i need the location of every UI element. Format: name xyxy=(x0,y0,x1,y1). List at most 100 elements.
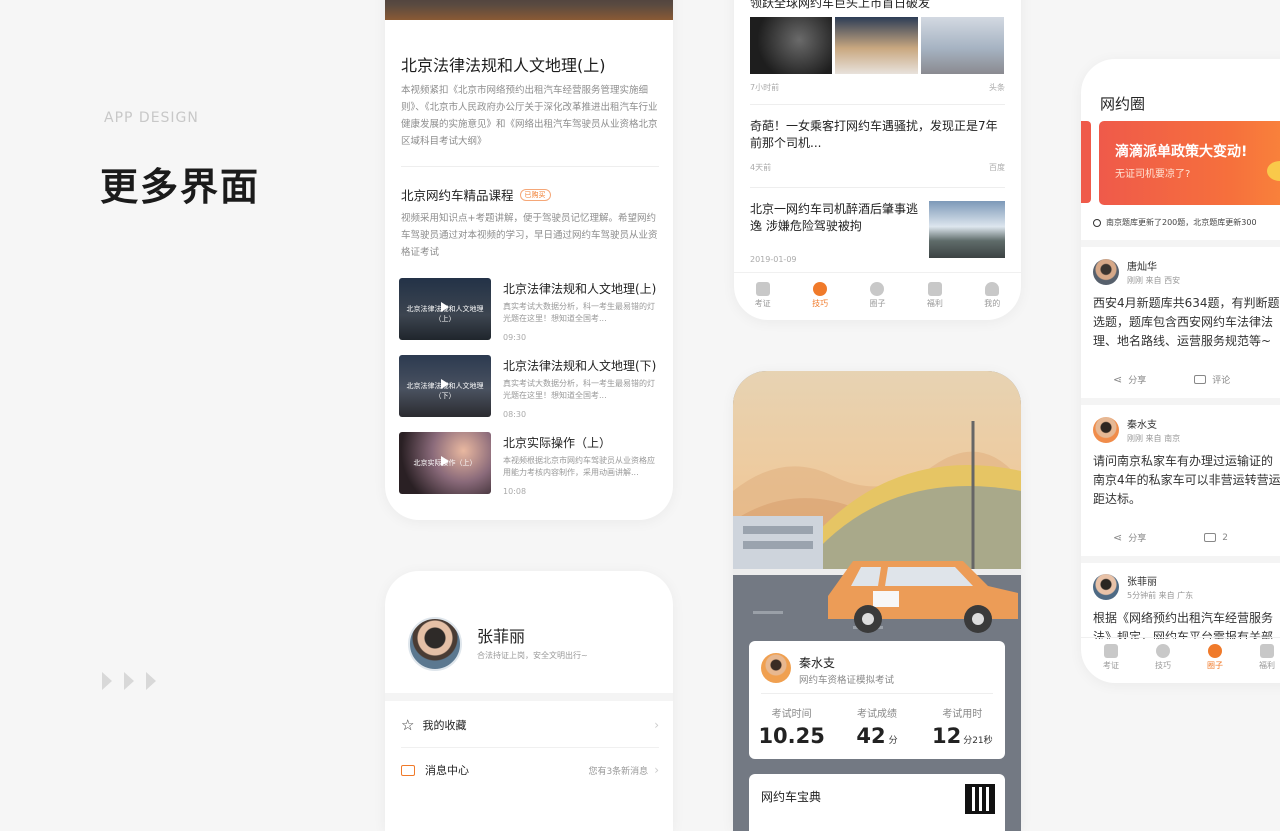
news-item[interactable]: 奇葩！一女乘客打网约车遇骚扰，发现正是7年前那个司机... 4天前 百度 xyxy=(750,118,1005,173)
post-author: 唐灿华 xyxy=(1127,262,1157,273)
avatar[interactable] xyxy=(408,617,462,671)
course-item-duration: 10:08 xyxy=(503,487,527,496)
tab-welfare[interactable]: 福利 xyxy=(1247,644,1280,671)
arrow-right-icon xyxy=(146,672,156,690)
comment-button[interactable]: 2 xyxy=(1204,531,1228,544)
video-banner[interactable] xyxy=(385,0,673,20)
promo-panel[interactable]: 网约车宝典 xyxy=(749,774,1005,831)
news-image-row[interactable] xyxy=(750,17,1004,74)
coin-icon xyxy=(1267,161,1280,181)
avatar[interactable] xyxy=(761,653,791,683)
post-text: 根据《网络预约出租汽车经营服务 法》规定，网约车平台需报有关部 xyxy=(1093,611,1274,639)
divider xyxy=(1081,240,1280,247)
tab-exam[interactable]: 考证 xyxy=(743,282,783,309)
course-item[interactable]: 北京法律法规和人文地理（下） 北京法律法规和人文地理(下) 真实考试大数据分析，… xyxy=(399,355,659,421)
post-actions: ⋖ 分享 2 xyxy=(1081,531,1280,544)
course-title: 北京法律法规和人文地理(上) xyxy=(401,56,606,75)
post-text: 西安4月新题库共634题，有判断题 选题，题库包含西安网约车法律法 理、地名路线、运… xyxy=(1093,296,1280,348)
avatar[interactable] xyxy=(1093,574,1119,600)
play-icon xyxy=(441,379,449,389)
chat-icon xyxy=(1208,644,1222,658)
avatar[interactable] xyxy=(1093,259,1119,285)
divider xyxy=(1081,556,1280,563)
bottom-tab-bar: 考证 技巧 圈子 福利 我的 xyxy=(734,282,1021,309)
ticker-text: 南京题库更新了200题，北京题库更新300 xyxy=(1106,218,1257,227)
course-item-duration: 09:30 xyxy=(503,333,527,342)
menu-label: 消息中心 xyxy=(425,764,469,777)
video-thumbnail[interactable]: 北京法律法规和人文地理（下） xyxy=(399,355,491,417)
tab-mine[interactable]: 我的 xyxy=(972,282,1012,309)
news-thumbnail xyxy=(929,201,1005,258)
menu-item-messages[interactable]: 消息中心 您有3条新消息 › xyxy=(401,762,659,778)
news-top-title[interactable]: 领跃全球网约车巨头上市首日破发 xyxy=(750,0,930,11)
arrow-right-icon xyxy=(102,672,112,690)
menu-item-favorites[interactable]: ☆ 我的收藏 › xyxy=(401,716,659,734)
stat-exam-duration: 考试用时 12 分21秒 xyxy=(931,709,993,748)
exam-subtitle: 网约车资格证模拟考试 xyxy=(799,675,895,686)
post-author: 张菲丽 xyxy=(1127,577,1157,588)
tab-tips[interactable]: 技巧 xyxy=(800,282,840,309)
compass-icon xyxy=(1156,644,1170,658)
post-meta: 5分钟前 来自 广东 xyxy=(1127,591,1194,600)
course-item-duration: 08:30 xyxy=(503,410,527,419)
avatar[interactable] xyxy=(1093,417,1119,443)
post-item[interactable]: 秦水支 刚刚 来自 南京 请问南京私家车有办理过运输证的 南京4年的私家车可以非营运… xyxy=(1093,416,1280,509)
divider xyxy=(385,693,673,701)
tab-circle[interactable]: 圈子 xyxy=(1195,644,1235,671)
share-button[interactable]: ⋖ 分享 xyxy=(1113,531,1146,544)
news-image xyxy=(921,17,1004,74)
qr-code-icon xyxy=(965,784,995,814)
purchased-badge: 已购买 xyxy=(519,188,551,201)
video-thumbnail[interactable]: 北京法律法规和人文地理（上） xyxy=(399,278,491,340)
divider xyxy=(401,166,659,167)
tab-circle[interactable]: 圈子 xyxy=(857,282,897,309)
community-card: 网约圈 滴滴派单政策大变动! 无证司机要凉了? 南京题库更新了200题，北京题库… xyxy=(1081,59,1280,683)
video-thumbnail[interactable]: 北京实际操作（上） xyxy=(399,432,491,494)
gift-icon xyxy=(1260,644,1274,658)
post-author: 秦水支 xyxy=(1127,420,1157,431)
course-item[interactable]: 北京实际操作（上） 北京实际操作（上） 本视频根据北京市网约车驾驶员从业资格应用… xyxy=(399,432,659,498)
course-item-desc: 真实考试大数据分析，科一考生最易错的灯光题在这里！想知道全国考... xyxy=(503,379,655,400)
course-item-title: 北京法律法规和人文地理(上) xyxy=(503,282,657,296)
tab-welfare[interactable]: 福利 xyxy=(915,282,955,309)
policy-banner[interactable]: 滴滴派单政策大变动! 无证司机要凉了? xyxy=(1099,121,1280,205)
comment-icon xyxy=(1204,533,1217,542)
stat-exam-score: 考试成绩 42 分 xyxy=(856,709,898,748)
compass-icon xyxy=(813,282,828,296)
course-detail-card: 北京法律法规和人文地理(上) 本视频紧扣《北京市网络预约出租汽车经营服务管理实施… xyxy=(385,0,673,520)
news-item[interactable]: 北京一网约车司机醉酒后肇事逃逸 涉嫌危险驾驶被拘 2019-01-09 xyxy=(750,201,1005,264)
user-icon xyxy=(985,282,1000,296)
divider xyxy=(761,693,993,694)
divider xyxy=(401,747,659,748)
exam-icon xyxy=(1104,644,1118,658)
pin-icon xyxy=(1093,218,1101,227)
exam-result-card: 秦水支 网约车资格证模拟考试 考试时间 10.25 考试成绩 42 分 考试用时 … xyxy=(733,371,1021,831)
post-meta: 刚刚 来自 西安 xyxy=(1127,276,1181,285)
app-design-eyebrow: APP DESIGN xyxy=(104,110,199,126)
stat-value: 42 xyxy=(856,724,886,748)
tab-exam[interactable]: 考证 xyxy=(1091,644,1131,671)
post-item[interactable]: 唐灿华刚刚 来自 西安 西安4月新题库共634题，有判断题 选题，题库包含西安网约… xyxy=(1093,258,1280,351)
exam-icon xyxy=(755,282,770,296)
tab-tips[interactable]: 技巧 xyxy=(1143,644,1183,671)
profile-card: 张菲丽 合法持证上岗，安全文明出行~ ☆ 我的收藏 › 消息中心 您有3条新消息… xyxy=(385,571,673,831)
chevron-right-icon: › xyxy=(654,763,659,777)
chat-icon xyxy=(870,282,885,296)
news-feed-card: 领跃全球网约车巨头上市首日破发 7小时前 头条 奇葩！一女乘客打网约车遇骚扰，发现… xyxy=(734,0,1021,320)
divider xyxy=(750,104,1005,105)
post-text: 请问南京私家车有办理过运输证的 南京4年的私家车可以非营运转营运 距达标。 xyxy=(1093,454,1280,506)
stat-value: 10.25 xyxy=(758,724,825,748)
share-button[interactable]: ⋖ 分享 xyxy=(1113,373,1146,386)
divider xyxy=(1081,398,1280,405)
ticker[interactable]: 南京题库更新了200题，北京题库更新300 xyxy=(1093,217,1257,228)
comment-button[interactable]: 评论 xyxy=(1194,373,1230,386)
post-actions: ⋖ 分享 评论 xyxy=(1081,373,1280,386)
exam-user-name: 秦水支 xyxy=(799,656,836,670)
post-item[interactable]: 张菲丽 5分钟前 来自 广东 根据《网络预约出租汽车经营服务 法》规定，网约车平台需… xyxy=(1093,573,1280,639)
share-icon: ⋖ xyxy=(1113,531,1123,544)
comment-icon xyxy=(1194,375,1207,384)
section-description: 视频采用知识点+考题讲解，便于驾驶员记忆理解。希望网约车驾驶员通过对本视频的学习… xyxy=(401,213,658,258)
course-item[interactable]: 北京法律法规和人文地理（上） 北京法律法规和人文地理(上) 真实考试大数据分析，… xyxy=(399,278,659,344)
gift-icon xyxy=(927,282,942,296)
menu-label: 我的收藏 xyxy=(422,719,467,732)
